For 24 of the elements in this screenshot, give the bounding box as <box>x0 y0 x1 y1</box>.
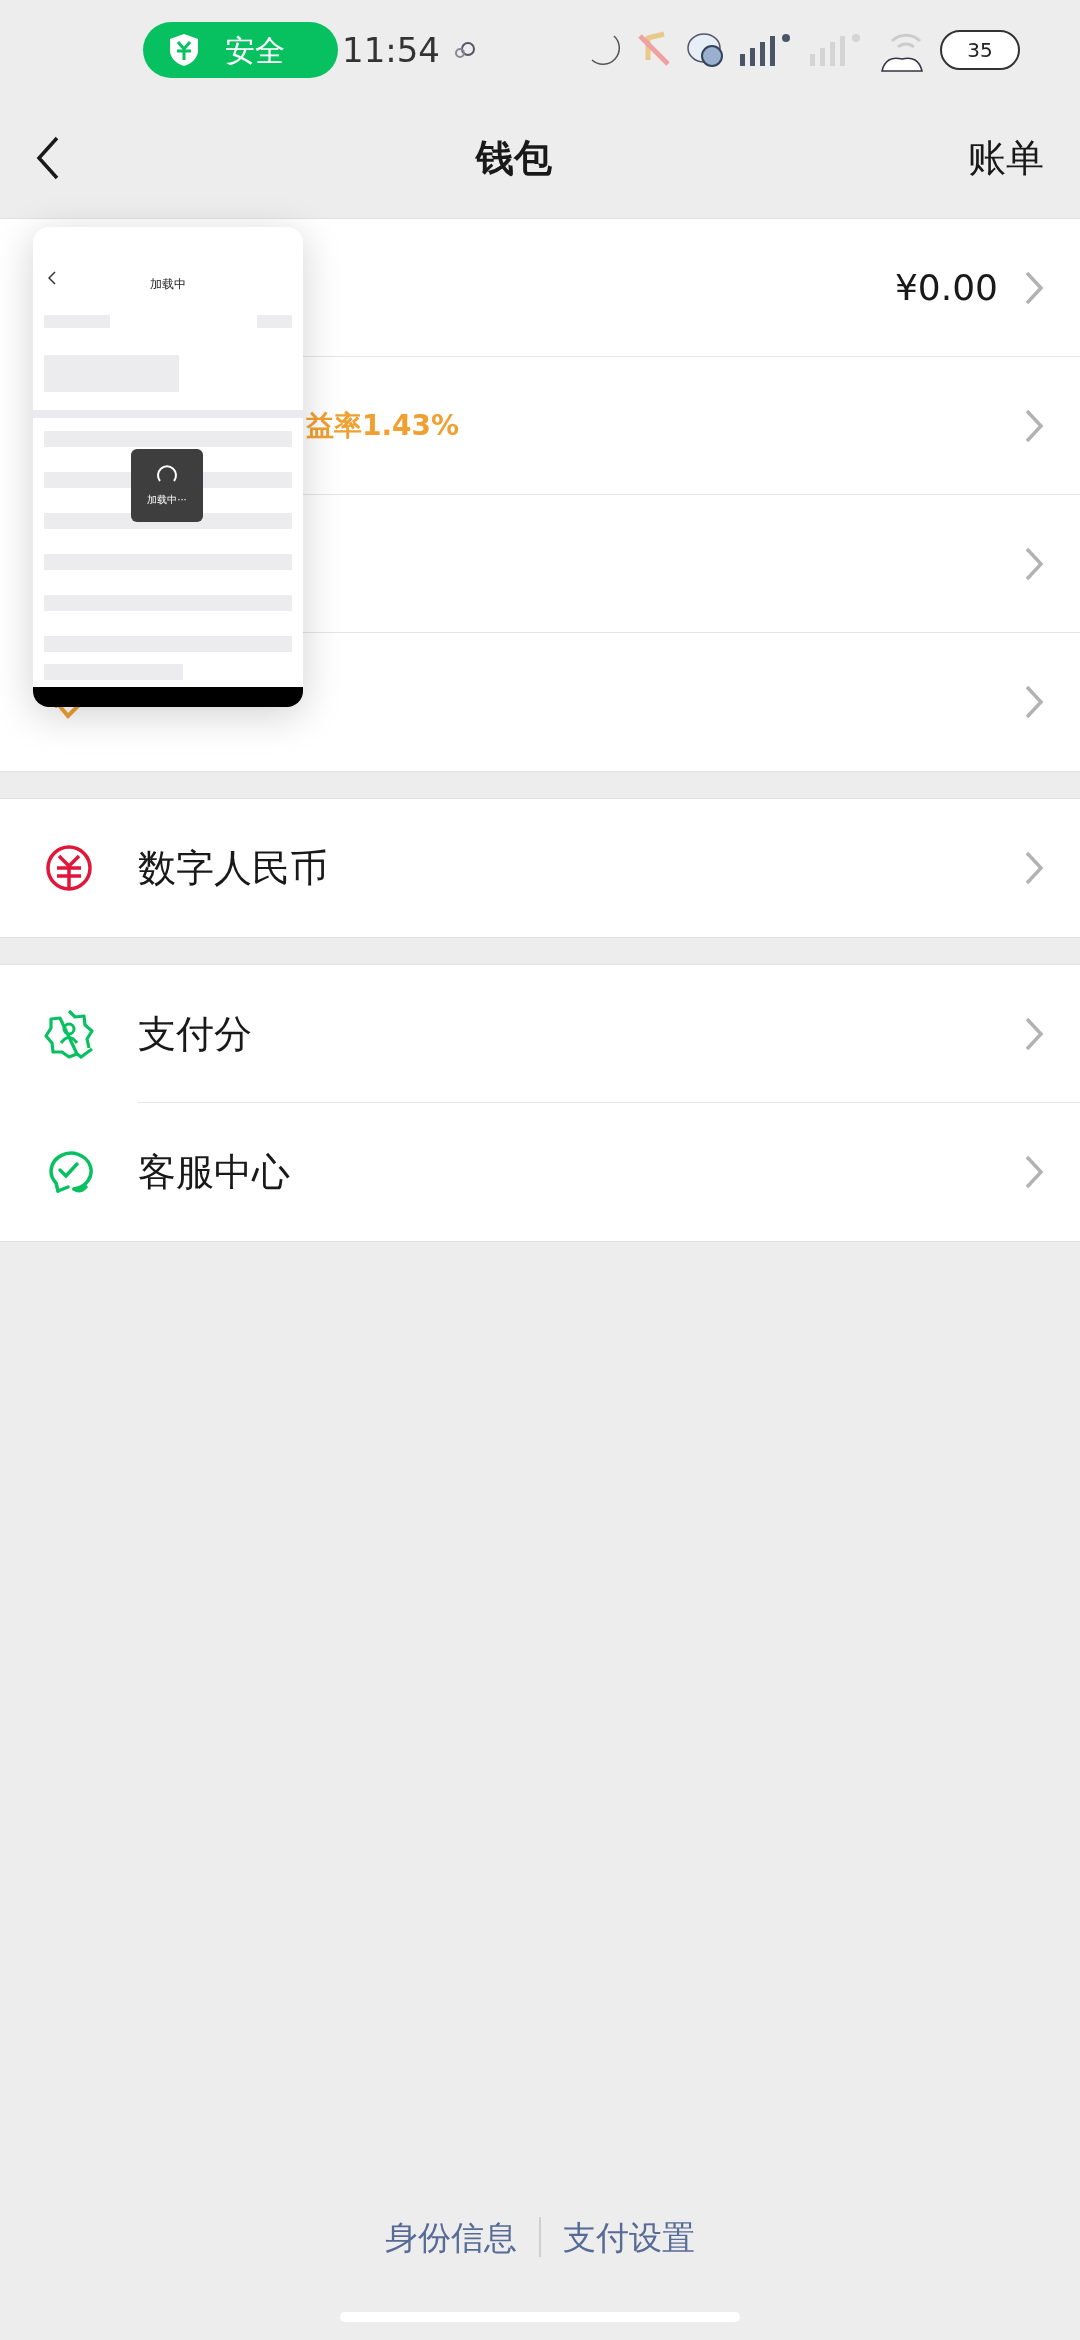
loading-preview-card[interactable]: 加载中 加载中··· <box>33 227 303 707</box>
footer-link[interactable]: 支付设置 <box>563 2212 695 2262</box>
chevron-right-icon <box>1024 408 1044 444</box>
badge-person-icon <box>43 1008 95 1060</box>
row-label: 数字人民币 <box>138 844 328 892</box>
chevron-right-icon <box>1024 850 1044 886</box>
yuan-coin-icon <box>45 844 93 892</box>
clock-time: 11:54 <box>342 28 440 72</box>
shield-icon <box>167 32 201 68</box>
bills-link[interactable]: 账单 <box>968 129 1044 187</box>
row-label: 客服中心 <box>138 1148 290 1196</box>
preview-title: 加载中 <box>150 276 186 293</box>
chevron-right-icon <box>1024 546 1044 582</box>
chevron-right-icon <box>1024 270 1044 306</box>
footer-link[interactable]: 身份信息 <box>385 2212 517 2262</box>
chevron-right-icon <box>1024 1154 1044 1190</box>
row-label: 支付分 <box>138 1010 252 1058</box>
toast-label: 加载中··· <box>147 493 187 507</box>
battery-indicator: 35 <box>940 30 1020 70</box>
yield-note: 益率1.43% <box>306 408 460 444</box>
chevron-right-icon <box>1024 684 1044 720</box>
chevron-right-icon <box>1024 1016 1044 1052</box>
page-title: 钱包 <box>474 134 553 182</box>
balance-value: ¥0.00 <box>894 266 998 310</box>
